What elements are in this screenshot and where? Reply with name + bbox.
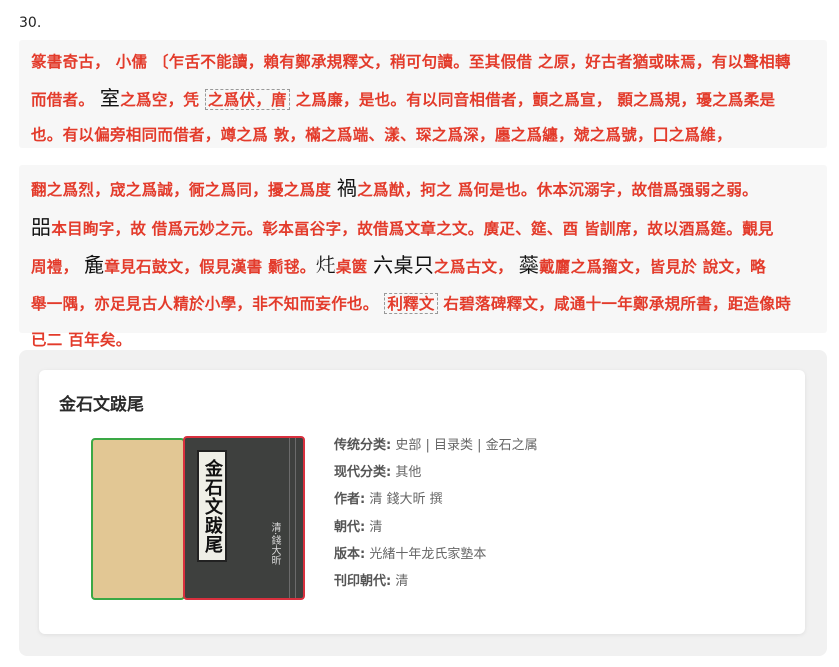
meta-key: 版本: — [334, 546, 366, 562]
meta-row-modern-category: 现代分类: 其他 — [334, 459, 538, 486]
glyph-image: 㗊 — [31, 214, 52, 239]
binding-line — [289, 438, 290, 598]
book-metadata: 传统分类: 史部 | 目录类 | 金石之属 现代分类: 其他 作者: 清 錢大昕… — [334, 432, 538, 595]
passage-text: 翻之爲烈，宬之爲誠，衕之爲同，擾之爲度 — [31, 180, 337, 199]
glyph-image: 𤆚 — [315, 253, 336, 277]
passage-line: 翻之爲烈，宬之爲誠，衕之爲同，擾之爲度 禍之爲猷，抲之 爲何是也。休本沉溺字，故… — [31, 165, 815, 204]
book-front-cover[interactable]: 金石文跋尾 清·錢大昕 — [183, 436, 305, 600]
passage-text: 戴廲之爲籀文，皆見於 說文，略 — [539, 257, 766, 276]
meta-value: 清 — [369, 519, 383, 535]
highlighted-text[interactable]: 之爲伏，庴 — [204, 88, 290, 110]
book-info-section: 金石文跋尾 金石文跋尾 清·錢大昕 传统分类: 史部 | 目录类 | 金石之属 … — [19, 350, 827, 656]
book-back-cover[interactable] — [91, 438, 185, 600]
cover-title-label: 金石文跋尾 — [197, 450, 227, 562]
passage-text: 之爲古文， — [434, 257, 519, 276]
meta-value: 史部 | 目录类 | 金石之属 — [395, 438, 538, 453]
meta-key: 传统分类: — [334, 438, 392, 453]
glyph-image: 麁 — [84, 253, 105, 277]
passage-text: 本目眴字，故 借爲元妙之元。彰本畐谷字，故借爲文章之文。廣疋、筵、酉 皆訓席，故… — [51, 218, 774, 238]
meta-key: 作者: — [334, 492, 366, 508]
meta-row-edition: 版本: 光緒十年龙氏家塾本 — [334, 541, 538, 568]
passage-line: 周禮， 麁章見石鼓文，假見漢書 鬎毬。𤆚桌篋 六桌只之爲古文， 蘂戴廲之爲籀文，… — [31, 242, 815, 281]
glyph-image: 蘂 — [518, 253, 540, 277]
meta-value: 光緒十年龙氏家塾本 — [369, 546, 487, 562]
passage-line: 已二 百年矣。 — [31, 330, 132, 349]
passage-text: 舉一隅，亦足見古人精於小學，非不知而妄作也。 — [31, 293, 385, 313]
passage-line: 而借者。 室之爲空，凭 之爲伏，庴 之爲廉，是也。有以同音相借者，顫之爲宣， 顥… — [31, 76, 815, 114]
cover-title: 金石文跋尾 — [202, 458, 223, 554]
passage-text: 而借者。 — [31, 89, 95, 109]
meta-key: 现代分类: — [334, 465, 392, 481]
passage-line: 㗊本目眴字，故 借爲元妙之元。彰本畐谷字，故借爲文章之文。廣疋、筵、酉 皆訓席，… — [31, 204, 815, 243]
highlighted-text[interactable]: 利釋文 — [384, 292, 438, 314]
binding-line — [295, 438, 296, 598]
meta-row-traditional-category: 传统分类: 史部 | 目录类 | 金石之属 — [334, 432, 538, 459]
passage-text: 之爲廉，是也。有以同音相借者，顫之爲宣， 顥之爲規，瓇之爲柔是 — [289, 89, 776, 109]
passage-text: 右碧落碑釋文，咸通十一年鄭承規所書，距造像時 — [437, 293, 792, 313]
meta-key: 朝代: — [334, 519, 366, 535]
meta-key: 刊印朝代: — [334, 573, 392, 589]
passage-line: 舉一隅，亦足見古人精於小學，非不知而妄作也。 利釋文 右碧落碑釋文，咸通十一年鄭… — [31, 281, 815, 318]
question-number: 30. — [19, 15, 42, 31]
book-title[interactable]: 金石文跋尾 — [59, 390, 144, 415]
passage-text: 之爲猷，抲之 爲何是也。休本沉溺字，故借爲强弱之弱。 — [357, 180, 758, 199]
passage-line: 也。有以偏旁相同而借者，竴之爲 敦，樠之爲端、漾、琛之爲深，廛之爲纏，虠之爲號，… — [31, 125, 732, 144]
passage-text: 之爲空，凭 — [120, 89, 205, 109]
meta-row-print-dynasty: 刊印朝代: 清 — [334, 568, 538, 595]
passage-panel-2: 翻之爲烈，宬之爲誠，衕之爲同，擾之爲度 禍之爲猷，抲之 爲何是也。休本沉溺字，故… — [19, 165, 827, 349]
meta-row-author: 作者: 清 錢大昕 撰 — [334, 486, 538, 513]
book-card: 金石文跋尾 金石文跋尾 清·錢大昕 传统分类: 史部 | 目录类 | 金石之属 … — [39, 370, 805, 634]
meta-value: 清 — [395, 573, 409, 589]
passage-panel-1: 篆書奇古， 小儒 〔乍舌不能讀，賴有鄭承規釋文，稍可句讀。至其假借 之原，好古者… — [19, 40, 827, 148]
meta-value: 其他 — [395, 465, 422, 481]
glyph-image: 六桌只 — [373, 253, 435, 277]
glyph-image: 室 — [99, 85, 121, 110]
passage-text: 周禮， — [31, 257, 85, 276]
passage-line: 篆書奇古， 小儒 〔乍舌不能讀，賴有鄭承規釋文，稍可句讀。至其假借 之原，好古者… — [31, 52, 791, 71]
glyph-image: 禍 — [336, 176, 358, 200]
passage-text: 章見石鼓文，假見漢書 鬎毬。 — [104, 257, 316, 276]
cover-author: 清·錢大昕 — [269, 522, 280, 566]
passage-text: 桌篋 — [335, 257, 374, 276]
meta-row-dynasty: 朝代: 清 — [334, 514, 538, 541]
meta-value: 清 錢大昕 撰 — [369, 492, 443, 508]
